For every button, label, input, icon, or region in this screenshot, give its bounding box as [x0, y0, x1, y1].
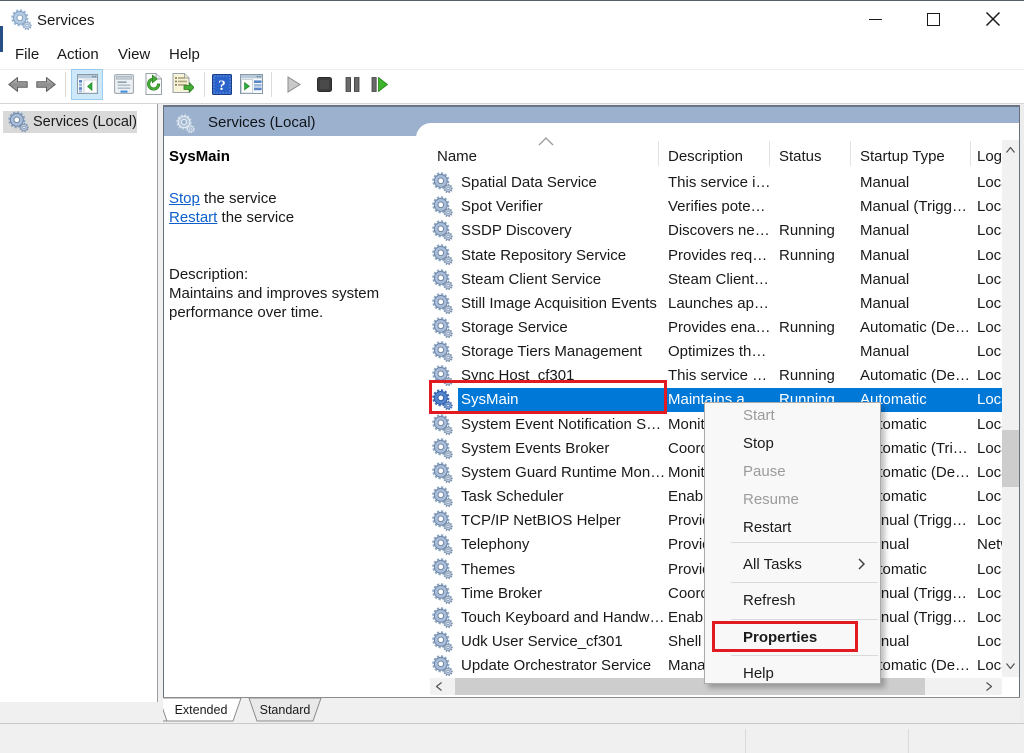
svg-text:?: ? [218, 78, 226, 94]
svg-text:Standard: Standard [260, 703, 311, 717]
svg-text:Extended: Extended [175, 703, 228, 717]
